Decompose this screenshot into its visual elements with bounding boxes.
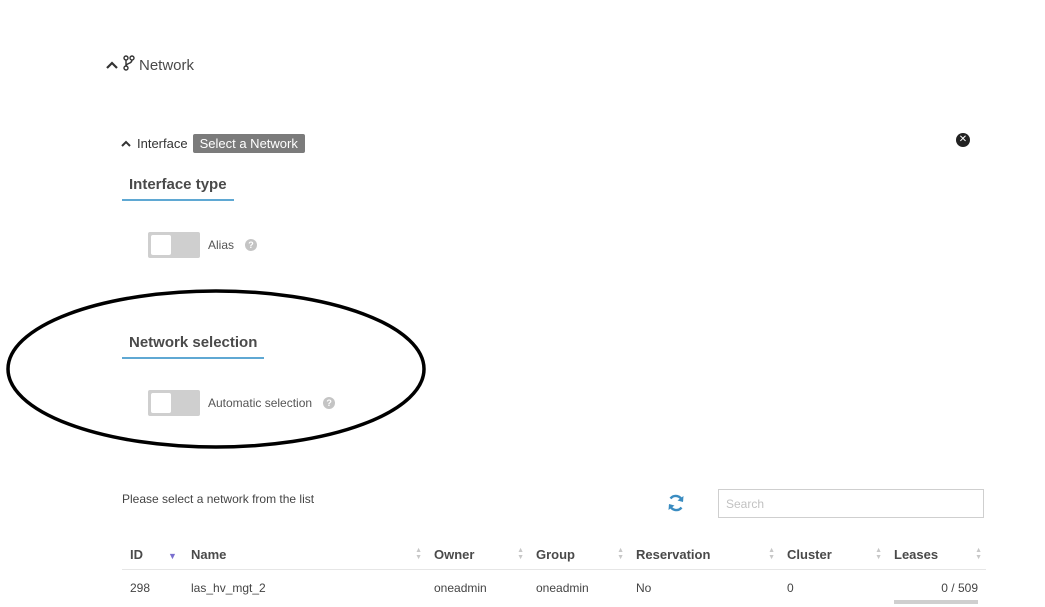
cell-leases: 0 / 509 xyxy=(886,570,986,607)
leases-text: 0 / 509 xyxy=(941,581,978,595)
sort-icon: ▲ ▼ xyxy=(768,547,775,561)
sort-icon: ▲ ▼ xyxy=(415,547,422,561)
cell-reservation: No xyxy=(636,581,652,595)
sort-icon: ▲ ▼ xyxy=(517,547,524,561)
cell-name: las_hv_mgt_2 xyxy=(191,581,266,595)
chevron-up-icon xyxy=(120,136,132,151)
network-section-title: Network xyxy=(139,56,195,74)
interface-header[interactable]: Interface Select a Network xyxy=(120,134,305,153)
interface-label: Interface xyxy=(137,136,188,151)
close-icon[interactable]: ✕ xyxy=(956,133,970,147)
network-list-hint: Please select a network from the list xyxy=(122,492,315,506)
interface-type-heading: Interface type xyxy=(122,176,234,201)
network-section-toggle[interactable]: Network xyxy=(105,55,194,75)
column-header-group[interactable]: Group ▲ ▼ xyxy=(528,539,628,570)
table-row[interactable]: 298 las_hv_mgt_2 oneadmin oneadmin No 0 … xyxy=(122,570,986,607)
select-network-badge: Select a Network xyxy=(192,134,305,153)
alias-toggle[interactable] xyxy=(148,232,200,258)
leases-progress-bar xyxy=(894,600,978,604)
cell-cluster: 0 xyxy=(787,581,794,595)
column-header-name[interactable]: Name ▲ ▼ xyxy=(183,539,426,570)
network-branch-icon xyxy=(123,55,135,75)
table-header-row: ID ▼ Name ▲ ▼ Owner ▲ ▼ Group ▲ ▼ Reservation ▲ ▼… xyxy=(122,539,986,570)
search-input[interactable] xyxy=(718,489,984,518)
alias-toggle-row: Alias? xyxy=(148,232,258,258)
column-header-leases[interactable]: Leases ▲ ▼ xyxy=(886,539,986,570)
alias-label: Alias xyxy=(208,238,235,252)
toggle-knob xyxy=(151,235,171,255)
sort-icon: ▲ ▼ xyxy=(875,547,882,561)
annotation-ellipse xyxy=(6,289,426,449)
cell-owner: oneadmin xyxy=(434,581,487,595)
column-header-owner[interactable]: Owner ▲ ▼ xyxy=(426,539,528,570)
column-header-id[interactable]: ID ▼ xyxy=(122,539,183,570)
chevron-up-icon xyxy=(105,57,119,74)
column-header-cluster[interactable]: Cluster ▲ ▼ xyxy=(779,539,886,570)
network-table: ID ▼ Name ▲ ▼ Owner ▲ ▼ Group ▲ ▼ Reservation ▲ ▼… xyxy=(122,539,986,606)
refresh-icon[interactable] xyxy=(666,493,686,518)
column-header-reservation[interactable]: Reservation ▲ ▼ xyxy=(628,539,779,570)
sort-desc-icon: ▼ xyxy=(168,551,177,561)
sort-icon: ▲ ▼ xyxy=(617,547,624,561)
cell-group: oneadmin xyxy=(536,581,589,595)
cell-id: 298 xyxy=(130,581,151,595)
help-icon[interactable]: ? xyxy=(245,239,258,251)
sort-icon: ▲ ▼ xyxy=(975,547,982,561)
